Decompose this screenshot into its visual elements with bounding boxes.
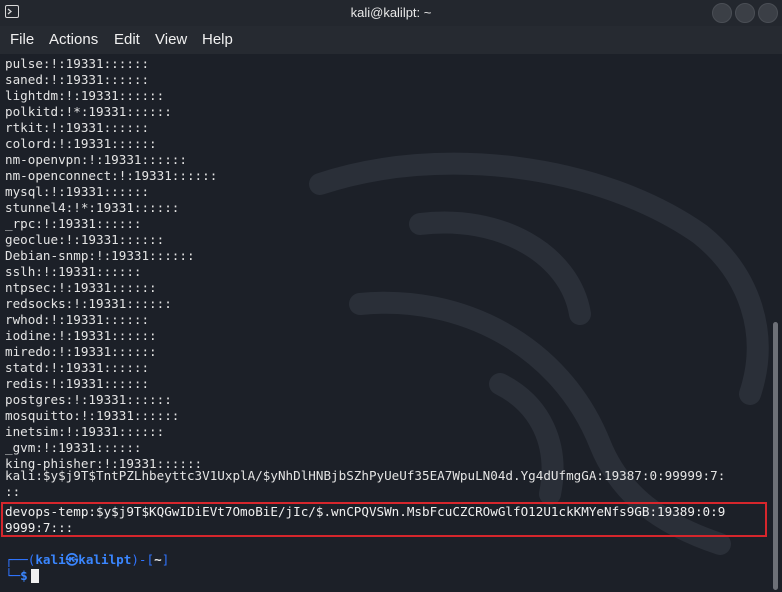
output-line: inetsim:!:19331:::::: [5, 424, 165, 439]
prompt-open: ┌──( [5, 552, 36, 567]
output-line: geoclue:!:19331:::::: [5, 232, 165, 247]
output-line: mysql:!:19331:::::: [5, 184, 150, 199]
kali-hash-line: kali:$y$j9T$TntPZLhbeyttc3V1UxplA/$yNhDl… [5, 468, 726, 483]
shadow-file-lines: pulse:!:19331:::::: saned:!:19331:::::: … [5, 56, 770, 472]
menu-help[interactable]: Help [202, 31, 233, 48]
prompt-line-2[interactable]: └─$ [5, 568, 39, 584]
output-line: miredo:!:19331:::::: [5, 344, 157, 359]
output-line: redis:!:19331:::::: [5, 376, 150, 391]
devops-hash-continuation: 9999:7::: [5, 520, 74, 535]
output-line: saned:!:19331:::::: [5, 72, 150, 87]
prompt-path: ~ [154, 552, 162, 567]
output-line: nm-openconnect:!:19331:::::: [5, 168, 218, 183]
output-line: rtkit:!:19331:::::: [5, 120, 150, 135]
output-line: rwhod:!:19331:::::: [5, 312, 150, 327]
menu-view[interactable]: View [155, 31, 187, 48]
output-line: statd:!:19331:::::: [5, 360, 150, 375]
output-line: lightdm:!:19331:::::: [5, 88, 165, 103]
output-line: nm-openvpn:!:19331:::::: [5, 152, 187, 167]
output-line: iodine:!:19331:::::: [5, 328, 157, 343]
output-line: sslh:!:19331:::::: [5, 264, 142, 279]
output-line: stunnel4:!*:19331:::::: [5, 200, 180, 215]
vertical-scrollbar[interactable] [773, 322, 778, 590]
output-line: postgres:!:19331:::::: [5, 392, 172, 407]
output-line: ntpsec:!:19331:::::: [5, 280, 157, 295]
menu-actions[interactable]: Actions [49, 31, 98, 48]
prompt-second-prefix: └─ [5, 568, 21, 583]
prompt-end: ] [161, 552, 170, 567]
prompt-close: )-[ [131, 552, 155, 567]
output-line: _gvm:!:19331:::::: [5, 440, 142, 455]
prompt-user-host: kali㉿kalilpt [35, 552, 132, 567]
title-bar[interactable]: kali@kalilpt: ~ [0, 0, 782, 26]
output-line: colord:!:19331:::::: [5, 136, 157, 151]
close-button[interactable] [758, 3, 778, 23]
maximize-button[interactable] [735, 3, 755, 23]
output-line: _rpc:!:19331:::::: [5, 216, 142, 231]
menu-edit[interactable]: Edit [114, 31, 140, 48]
text-cursor [30, 569, 39, 583]
output-line: mosquitto:!:19331:::::: [5, 408, 180, 423]
menu-bar: File Actions Edit View Help [0, 26, 782, 54]
output-line: polkitd:!*:19331:::::: [5, 104, 172, 119]
menu-file[interactable]: File [10, 31, 34, 48]
kali-hash-entry: kali:$y$j9T$TntPZLhbeyttc3V1UxplA/$yNhDl… [5, 468, 770, 500]
window-title: kali@kalilpt: ~ [350, 5, 432, 20]
prompt-symbol: $ [20, 568, 28, 583]
kali-hash-continuation: :: [5, 484, 21, 499]
output-line: redsocks:!:19331:::::: [5, 296, 172, 311]
devops-temp-hash-entry: devops-temp:$y$j9T$KQGwIDiEVt7OmoBiE/jIc… [5, 504, 767, 536]
terminal-window: kali@kalilpt: ~ File Actions Edit View H… [0, 0, 782, 592]
prompt-line-1: ┌──(kali㉿kalilpt)-[~] [5, 552, 169, 568]
devops-hash-line: devops-temp:$y$j9T$KQGwIDiEVt7OmoBiE/jIc… [5, 504, 726, 519]
output-line: Debian-snmp:!:19331:::::: [5, 248, 195, 263]
output-line: pulse:!:19331:::::: [5, 56, 150, 71]
terminal-output[interactable]: pulse:!:19331:::::: saned:!:19331:::::: … [0, 54, 782, 592]
minimize-button[interactable] [712, 3, 732, 23]
